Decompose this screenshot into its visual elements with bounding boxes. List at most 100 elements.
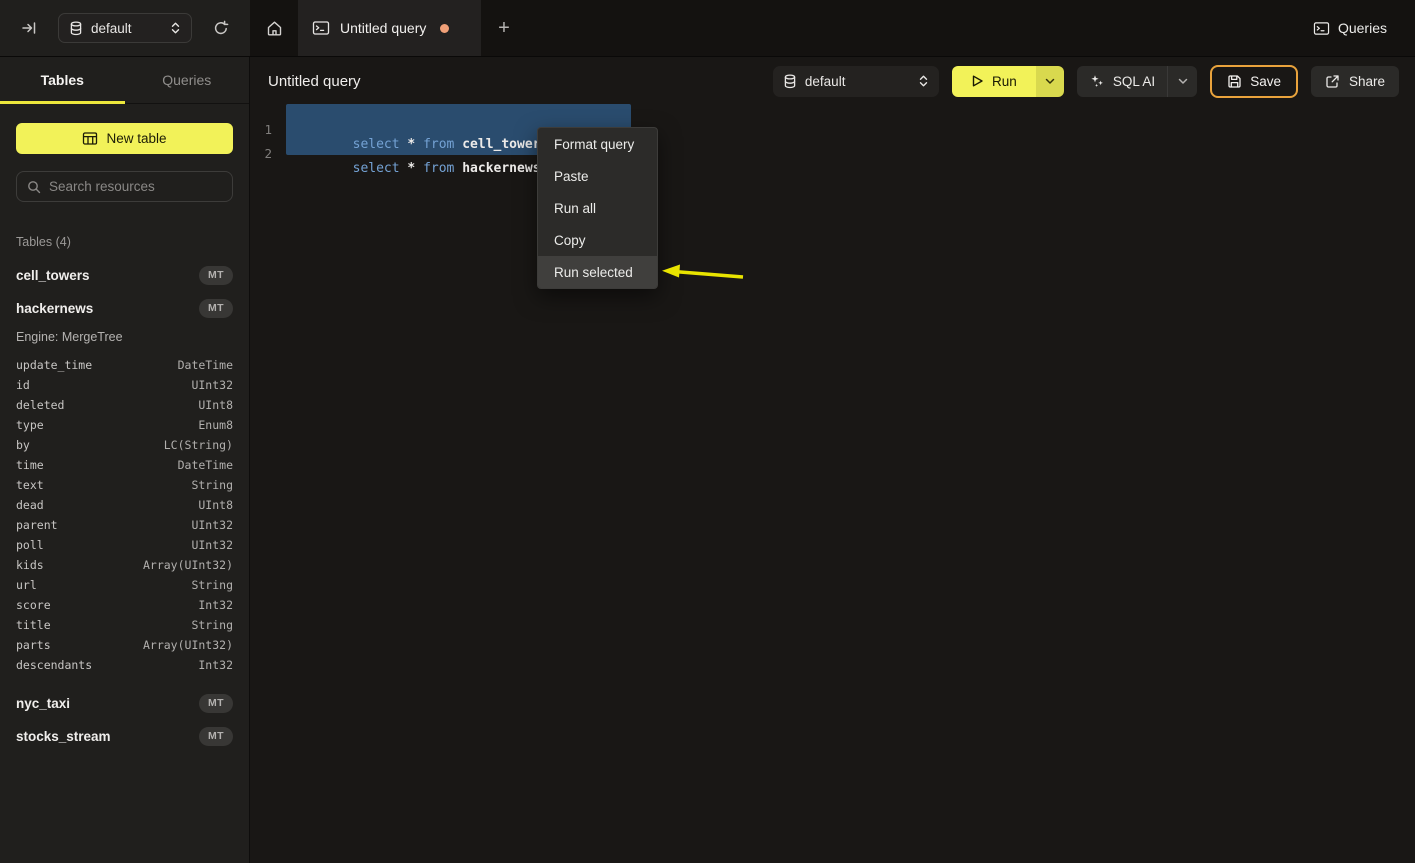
column-name: deleted bbox=[16, 398, 198, 412]
tables-list: cell_towers MT hackernews MT Engine: Mer… bbox=[0, 259, 249, 753]
active-tab-underline bbox=[0, 101, 125, 104]
column-name: kids bbox=[16, 558, 143, 572]
query-database-value: default bbox=[805, 74, 910, 89]
engine-label: Engine: MergeTree bbox=[0, 325, 249, 347]
code-token: select bbox=[353, 161, 408, 176]
new-tab-button[interactable]: + bbox=[481, 0, 527, 56]
tab-untitled-query[interactable]: Untitled query bbox=[298, 0, 481, 56]
engine-badge: MT bbox=[199, 266, 233, 285]
queries-button[interactable]: Queries bbox=[1313, 20, 1387, 36]
column-name: time bbox=[16, 458, 178, 472]
column-name: type bbox=[16, 418, 198, 432]
editor-context-menu: Format query Paste Run all Copy Run sele… bbox=[537, 127, 658, 289]
database-icon bbox=[783, 74, 797, 89]
table-row-nyc-taxi[interactable]: nyc_taxi MT bbox=[0, 687, 249, 720]
tab-strip: Untitled query + bbox=[250, 0, 1313, 56]
search-box[interactable] bbox=[16, 171, 233, 202]
topbar-right: Queries bbox=[1313, 0, 1415, 56]
column-row: poll UInt32 bbox=[0, 535, 249, 555]
refresh-button[interactable] bbox=[206, 13, 236, 43]
main-panel: Untitled query default bbox=[250, 57, 1415, 863]
column-name: parent bbox=[16, 518, 191, 532]
context-menu-item[interactable]: Format query bbox=[538, 128, 657, 160]
code-token: from bbox=[423, 161, 462, 176]
context-menu-item[interactable]: Run selected bbox=[538, 256, 657, 288]
home-icon bbox=[266, 20, 283, 37]
query-database-selector[interactable]: default bbox=[773, 66, 939, 97]
table-row-hackernews[interactable]: hackernews MT bbox=[0, 292, 249, 325]
refresh-icon bbox=[213, 20, 229, 36]
table-name: stocks_stream bbox=[16, 729, 199, 744]
editor-line: 2 select * from hackernews limit bbox=[250, 141, 1415, 165]
context-menu-item[interactable]: Copy bbox=[538, 224, 657, 256]
app-window: default bbox=[0, 0, 1415, 863]
run-button-group: Run bbox=[952, 66, 1064, 97]
column-row: deleted UInt8 bbox=[0, 395, 249, 415]
column-row: descendants Int32 bbox=[0, 655, 249, 675]
chevron-down-icon bbox=[1045, 78, 1055, 85]
tables-section-label: Tables (4) bbox=[0, 235, 249, 249]
sql-editor[interactable]: 1 select * from cell_towers limit 100 2 … bbox=[250, 105, 1415, 165]
column-type: Enum8 bbox=[198, 418, 233, 432]
sidebar-collapse-button[interactable] bbox=[14, 13, 44, 43]
table-icon bbox=[82, 131, 98, 146]
column-name: text bbox=[16, 478, 191, 492]
column-type: String bbox=[191, 618, 233, 632]
column-type: UInt32 bbox=[191, 538, 233, 552]
sidebar-database-selector[interactable]: default bbox=[58, 13, 192, 43]
column-row: score Int32 bbox=[0, 595, 249, 615]
share-icon bbox=[1325, 74, 1340, 89]
table-name: hackernews bbox=[16, 301, 199, 316]
column-name: parts bbox=[16, 638, 143, 652]
terminal-icon bbox=[1313, 21, 1330, 36]
engine-badge: MT bbox=[199, 694, 233, 713]
new-table-label: New table bbox=[106, 131, 166, 146]
share-button[interactable]: Share bbox=[1311, 66, 1399, 97]
chevron-updown-icon bbox=[170, 21, 181, 35]
engine-badge: MT bbox=[199, 727, 233, 746]
column-type: DateTime bbox=[178, 458, 233, 472]
sparkles-icon bbox=[1089, 73, 1105, 89]
column-type: String bbox=[191, 478, 233, 492]
query-title: Untitled query bbox=[268, 73, 361, 90]
context-menu-item[interactable]: Paste bbox=[538, 160, 657, 192]
column-name: by bbox=[16, 438, 164, 452]
sidebar: Tables Queries New table bbox=[0, 57, 250, 863]
search-icon bbox=[27, 180, 41, 194]
table-row-stocks-stream[interactable]: stocks_stream MT bbox=[0, 720, 249, 753]
column-row: by LC(String) bbox=[0, 435, 249, 455]
sql-ai-label: SQL AI bbox=[1113, 74, 1155, 89]
column-type: LC(String) bbox=[164, 438, 233, 452]
line-number: 1 bbox=[250, 122, 286, 137]
column-type: Array(UInt32) bbox=[143, 558, 233, 572]
search-input[interactable] bbox=[49, 179, 222, 194]
sidebar-tab-tables[interactable]: Tables bbox=[0, 57, 125, 103]
code-token: hackernews bbox=[462, 161, 548, 176]
column-type: UInt32 bbox=[191, 518, 233, 532]
save-button[interactable]: Save bbox=[1210, 65, 1298, 98]
table-row-cell-towers[interactable]: cell_towers MT bbox=[0, 259, 249, 292]
database-selector-value: default bbox=[91, 21, 162, 36]
database-icon bbox=[69, 21, 83, 36]
table-name: nyc_taxi bbox=[16, 696, 199, 711]
home-tab[interactable] bbox=[250, 0, 298, 56]
sidebar-tab-queries[interactable]: Queries bbox=[125, 57, 250, 103]
new-table-button[interactable]: New table bbox=[16, 123, 233, 154]
sql-ai-options-button[interactable] bbox=[1167, 66, 1197, 97]
column-row: url String bbox=[0, 575, 249, 595]
run-button-label: Run bbox=[992, 74, 1017, 89]
chevron-updown-icon bbox=[918, 74, 929, 88]
run-button[interactable]: Run bbox=[952, 66, 1036, 97]
sql-ai-button[interactable]: SQL AI bbox=[1077, 66, 1197, 97]
column-row: dead UInt8 bbox=[0, 495, 249, 515]
sidebar-collapse-icon bbox=[21, 20, 37, 36]
column-row: title String bbox=[0, 615, 249, 635]
context-menu-item[interactable]: Run all bbox=[538, 192, 657, 224]
column-type: DateTime bbox=[178, 358, 233, 372]
column-name: descendants bbox=[16, 658, 198, 672]
column-name: score bbox=[16, 598, 198, 612]
unsaved-dot bbox=[440, 24, 449, 33]
run-options-button[interactable] bbox=[1036, 66, 1064, 97]
column-type: UInt32 bbox=[191, 378, 233, 392]
sidebar-tabs: Tables Queries bbox=[0, 57, 249, 104]
